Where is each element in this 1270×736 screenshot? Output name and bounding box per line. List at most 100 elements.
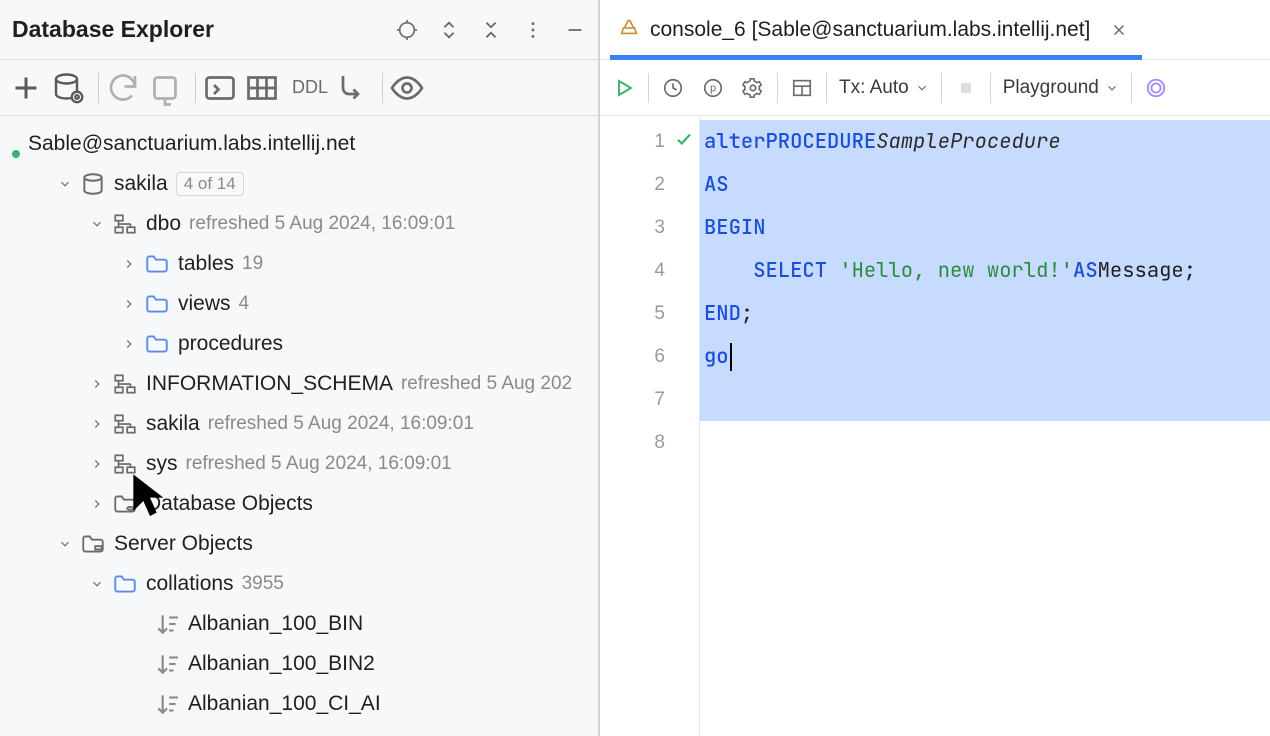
schema-label: sakila bbox=[146, 412, 200, 436]
console-icon[interactable] bbox=[202, 70, 238, 106]
collations-label: collations bbox=[146, 572, 234, 596]
chevron-right-icon[interactable] bbox=[120, 255, 138, 273]
panel-header-actions bbox=[394, 17, 588, 43]
gutter-line: 4 bbox=[600, 249, 699, 292]
connection-label: Sable@sanctuarium.labs.intellij.net bbox=[28, 132, 355, 156]
collations-count: 3955 bbox=[242, 573, 284, 595]
refresh-icon[interactable] bbox=[105, 70, 141, 106]
chevron-right-icon[interactable] bbox=[88, 495, 106, 513]
folder-db-icon bbox=[112, 493, 138, 515]
chevron-down-icon[interactable] bbox=[56, 175, 74, 193]
tree-collations[interactable]: collations 3955 bbox=[0, 564, 598, 604]
chevron-right-icon[interactable] bbox=[88, 375, 106, 393]
close-icon[interactable] bbox=[1110, 21, 1128, 39]
code-line[interactable]: alter PROCEDURE SampleProcedure bbox=[700, 120, 1270, 163]
chevron-down-icon[interactable] bbox=[56, 535, 74, 553]
tree-collation-item[interactable]: Albanian_100_BIN bbox=[0, 604, 598, 644]
more-icon[interactable] bbox=[520, 17, 546, 43]
editor[interactable]: 1 2 3 4 5 6 7 8 alter PROCEDURE SamplePr… bbox=[600, 116, 1270, 736]
tree-database[interactable]: sakila 4 of 14 bbox=[0, 164, 598, 204]
code-line[interactable] bbox=[700, 378, 1270, 421]
code-line[interactable]: BEGIN bbox=[700, 206, 1270, 249]
folder-server-icon bbox=[80, 533, 106, 555]
chevron-right-icon[interactable] bbox=[120, 335, 138, 353]
chevron-down-icon bbox=[915, 81, 929, 95]
tree-db-objects[interactable]: Database Objects bbox=[0, 484, 598, 524]
mode-label: Playground bbox=[1003, 77, 1099, 99]
tree-server-objects[interactable]: Server Objects bbox=[0, 524, 598, 564]
ddl-button[interactable]: DDL bbox=[286, 77, 334, 98]
settings-icon[interactable] bbox=[733, 68, 773, 108]
database-icon bbox=[80, 173, 106, 195]
tx-mode-select[interactable]: Tx: Auto bbox=[831, 77, 937, 99]
toolbar-separator bbox=[990, 73, 991, 103]
tree-schema-sakila[interactable]: sakila refreshed 5 Aug 2024, 16:09:01 bbox=[0, 404, 598, 444]
gutter-line: 7 bbox=[600, 378, 699, 421]
chevron-down-icon[interactable] bbox=[88, 575, 106, 593]
chevron-right-icon[interactable] bbox=[88, 455, 106, 473]
tree-collation-item[interactable]: Albanian_100_BIN2 bbox=[0, 644, 598, 684]
toolbar-separator bbox=[98, 73, 99, 103]
expand-collapse-icon[interactable] bbox=[436, 17, 462, 43]
tree-schema-info[interactable]: INFORMATION_SCHEMA refreshed 5 Aug 202 bbox=[0, 364, 598, 404]
toolbar-separator bbox=[195, 73, 196, 103]
toolbar-separator bbox=[777, 73, 778, 103]
new-icon[interactable] bbox=[8, 70, 44, 106]
schema-meta: refreshed 5 Aug 202 bbox=[401, 373, 572, 395]
db-tree[interactable]: Sable@sanctuarium.labs.intellij.net saki… bbox=[0, 116, 598, 736]
tables-label: tables bbox=[178, 252, 234, 276]
chevron-right-icon[interactable] bbox=[120, 295, 138, 313]
collation-label: Albanian_100_BIN bbox=[188, 612, 363, 636]
minimize-icon[interactable] bbox=[562, 17, 588, 43]
toolbar-separator bbox=[826, 73, 827, 103]
history-icon[interactable] bbox=[653, 68, 693, 108]
server-objects-label: Server Objects bbox=[114, 532, 253, 556]
code-line[interactable]: SELECT 'Hello, new world!' AS Message; bbox=[700, 249, 1270, 292]
code-line[interactable]: END; bbox=[700, 292, 1270, 335]
tree-tables[interactable]: tables 19 bbox=[0, 244, 598, 284]
code-line[interactable] bbox=[700, 421, 1270, 464]
view-options-icon[interactable] bbox=[389, 70, 425, 106]
run-icon[interactable] bbox=[604, 68, 644, 108]
code-area[interactable]: alter PROCEDURE SampleProcedure AS BEGIN… bbox=[700, 116, 1270, 736]
toolbar-separator bbox=[1131, 73, 1132, 103]
sort-icon bbox=[154, 653, 180, 675]
commit-icon[interactable] bbox=[946, 68, 986, 108]
navigate-icon[interactable] bbox=[334, 70, 370, 106]
tree-schema-sys[interactable]: sys refreshed 5 Aug 2024, 16:09:01 bbox=[0, 444, 598, 484]
datasource-settings-icon[interactable] bbox=[50, 70, 86, 106]
check-icon bbox=[675, 130, 693, 154]
chevron-right-icon[interactable] bbox=[88, 415, 106, 433]
toolbar-separator bbox=[648, 73, 649, 103]
ai-assist-icon[interactable] bbox=[1136, 68, 1176, 108]
explain-plan-icon[interactable]: p bbox=[693, 68, 733, 108]
tree-views[interactable]: views 4 bbox=[0, 284, 598, 324]
editor-gutter: 1 2 3 4 5 6 7 8 bbox=[600, 116, 700, 736]
tab-title: console_6 [Sable@sanctuarium.labs.intell… bbox=[650, 18, 1090, 42]
code-line[interactable]: go bbox=[700, 335, 1270, 378]
text-caret bbox=[730, 343, 732, 371]
table-icon[interactable] bbox=[244, 70, 280, 106]
tree-schema-dbo[interactable]: dbo refreshed 5 Aug 2024, 16:09:01 bbox=[0, 204, 598, 244]
schema-icon bbox=[112, 213, 138, 235]
code-line[interactable]: AS bbox=[700, 163, 1270, 206]
chevron-down-icon[interactable] bbox=[88, 215, 106, 233]
editor-tab-bar: console_6 [Sable@sanctuarium.labs.intell… bbox=[600, 0, 1270, 60]
database-label: sakila bbox=[114, 172, 168, 196]
results-layout-icon[interactable] bbox=[782, 68, 822, 108]
playground-mode-select[interactable]: Playground bbox=[995, 77, 1127, 99]
tab-console-6[interactable]: console_6 [Sable@sanctuarium.labs.intell… bbox=[610, 0, 1142, 59]
tree-collation-item[interactable]: Albanian_100_CI_AI bbox=[0, 684, 598, 724]
tree-procedures[interactable]: procedures bbox=[0, 324, 598, 364]
stop-sync-icon[interactable] bbox=[147, 70, 183, 106]
folder-icon bbox=[144, 293, 170, 315]
sort-icon bbox=[154, 693, 180, 715]
collapse-all-icon[interactable] bbox=[478, 17, 504, 43]
schema-icon bbox=[112, 453, 138, 475]
gutter-line: 6 bbox=[600, 335, 699, 378]
folder-icon bbox=[112, 573, 138, 595]
schema-label: sys bbox=[146, 452, 178, 476]
target-icon[interactable] bbox=[394, 17, 420, 43]
tree-connection[interactable]: Sable@sanctuarium.labs.intellij.net bbox=[0, 124, 598, 164]
collation-label: Albanian_100_BIN2 bbox=[188, 652, 375, 676]
